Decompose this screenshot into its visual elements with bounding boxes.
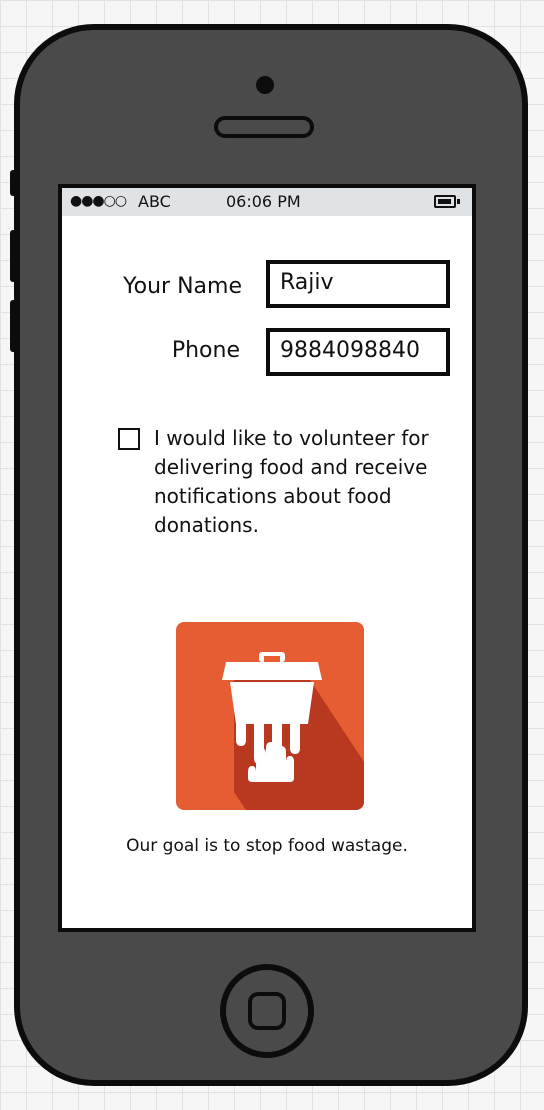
phone-side-button-mute bbox=[10, 170, 18, 196]
home-button[interactable] bbox=[220, 964, 314, 1058]
name-field[interactable]: Rajiv bbox=[266, 260, 450, 308]
home-square-icon bbox=[248, 992, 286, 1030]
tagline-text: Our goal is to stop food wastage. bbox=[126, 836, 408, 856]
phone-screen: ●●●○○ ABC 06:06 PM Your Name Rajiv Phone… bbox=[58, 184, 476, 932]
volunteer-checkbox-label: I would like to volunteer for delivering… bbox=[154, 426, 429, 537]
name-label: Your Name bbox=[123, 274, 242, 299]
app-logo bbox=[176, 622, 364, 810]
phone-label: Phone bbox=[171, 338, 240, 363]
phone-field[interactable]: 9884098840 bbox=[266, 328, 450, 376]
earpiece-speaker bbox=[214, 116, 314, 138]
signal-strength-icon: ●●●○○ bbox=[70, 193, 127, 209]
status-time: 06:06 PM bbox=[226, 192, 301, 211]
status-bar: ●●●○○ ABC 06:06 PM bbox=[62, 188, 472, 216]
phone-side-button-volume-up bbox=[10, 230, 18, 282]
volunteer-checkbox[interactable] bbox=[118, 428, 140, 450]
battery-icon bbox=[434, 195, 460, 208]
phone-side-button-volume-down bbox=[10, 300, 18, 352]
carrier-name: ABC bbox=[138, 192, 171, 211]
front-camera bbox=[256, 76, 274, 94]
trash-can-hand-icon bbox=[222, 652, 364, 810]
